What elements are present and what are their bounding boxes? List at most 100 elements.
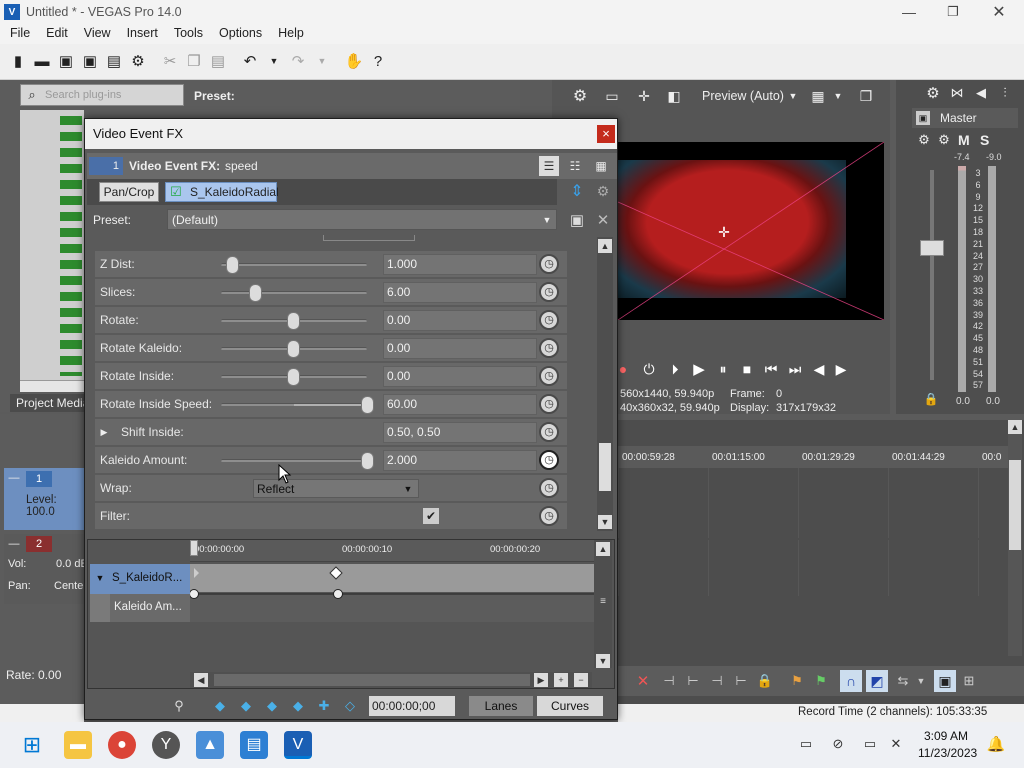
filter-checkbox[interactable]: ✔ <box>423 508 439 524</box>
keyframe-clock-icon[interactable]: ◷ <box>539 254 559 274</box>
record-icon[interactable]: ⏻ <box>640 360 658 378</box>
plugin-tree-scrollbar[interactable] <box>20 380 84 392</box>
video-frame[interactable]: ✛ <box>618 142 884 320</box>
kf-track-header-1[interactable]: ▼ S_KaleidoR... <box>90 564 190 594</box>
timeline-track-1[interactable] <box>618 468 1008 538</box>
track-2-header[interactable]: — 2 Vol: 0.0 dE Pan: Center <box>4 534 88 604</box>
param-scroll-up-icon[interactable]: ▲ <box>598 239 612 253</box>
keyframe-clock-icon[interactable]: ◷ <box>539 394 559 414</box>
maximize-icon[interactable]: ❐ <box>942 2 964 22</box>
param-value-field[interactable]: 60.00 <box>383 394 537 415</box>
tab-lanes[interactable]: Lanes <box>469 696 533 716</box>
kf-scroll-grip-icon[interactable]: ≡ <box>597 596 609 608</box>
plugin-search-box[interactable]: ⌕ Search plug-ins <box>20 84 184 106</box>
tray-date[interactable]: 11/23/2023 <box>918 746 977 760</box>
save-icon[interactable]: ▣ <box>55 50 77 72</box>
previous-frame-icon[interactable]: ◀ <box>810 360 828 378</box>
copy-snapshot-icon[interactable]: ❐ <box>856 86 876 106</box>
trim-icon[interactable]: ⊣ <box>660 672 678 690</box>
go-to-end-icon[interactable]: ⏭ <box>786 360 804 378</box>
track-2-collapse-icon[interactable]: — <box>8 538 20 550</box>
keyframe-clock-icon[interactable]: ◷ <box>539 450 559 470</box>
split-screen-icon[interactable]: ✛ <box>634 86 654 106</box>
kf-hscroll-grip[interactable] <box>214 674 530 686</box>
tab-project-media[interactable]: Project Media <box>10 394 90 412</box>
param-value-field[interactable]: 0.00 <box>383 310 537 331</box>
sync-cursor-icon[interactable]: ⚲ <box>171 697 187 715</box>
snapping-icon[interactable]: ∩ <box>840 670 862 692</box>
param-value-field[interactable]: 2.000 <box>383 450 537 471</box>
properties-icon[interactable]: ⚙ <box>127 50 149 72</box>
tray-display-icon[interactable]: ▭ <box>862 736 878 752</box>
lock-icon[interactable]: 🔒 <box>924 392 939 406</box>
ripple-edit-icon[interactable]: ⇆ <box>894 672 912 690</box>
master-fader-thumb[interactable] <box>920 240 944 256</box>
keyframe-clock-icon[interactable]: ◷ <box>539 478 559 498</box>
delete-preset-icon[interactable]: ✕ <box>593 210 613 230</box>
timeline-scroll-up[interactable]: ▲ <box>1008 420 1022 434</box>
undo-dropdown-icon[interactable]: ▼ <box>263 50 285 72</box>
play-icon[interactable]: ▶ <box>690 360 708 378</box>
notification-bell-icon[interactable]: 🔔 <box>986 734 1006 754</box>
param-scroll-down-icon[interactable]: ▼ <box>598 515 612 529</box>
lock-events-icon[interactable]: 🔒 <box>756 672 774 690</box>
view-list-icon[interactable]: ☰ <box>539 156 559 176</box>
tray-time[interactable]: 3:09 AM <box>924 729 968 743</box>
overlays-grid-icon[interactable]: ▦ <box>808 86 828 106</box>
mixer-settings-icon[interactable]: ⚙ <box>924 84 942 102</box>
param-slider-track[interactable] <box>221 263 367 266</box>
param-slider-track[interactable] <box>221 291 367 294</box>
save-preset-icon[interactable]: ▣ <box>567 210 587 230</box>
master-mute-button[interactable]: M <box>958 132 970 148</box>
save-as-icon[interactable]: ▣ <box>79 50 101 72</box>
tray-network-icon[interactable]: ⊘ <box>830 736 846 752</box>
add-keyframe-icon[interactable]: ✚ <box>315 697 333 715</box>
stop-icon[interactable]: ■ <box>738 360 756 378</box>
fx-enable-checkbox-icon[interactable]: ☑ <box>168 184 184 200</box>
undo-icon[interactable]: ↶ <box>239 50 261 72</box>
minimize-icon[interactable]: — <box>898 2 920 22</box>
keyframe-clock-icon[interactable]: ◷ <box>539 310 559 330</box>
selection-tool-icon[interactable]: ⊞ <box>960 672 978 690</box>
render-icon[interactable]: ▤ <box>103 50 125 72</box>
param-slider-track[interactable] <box>221 403 367 406</box>
param-value-field[interactable]: 1.000 <box>383 254 537 275</box>
open-folder-icon[interactable]: ▬ <box>31 50 53 72</box>
timeline-scroll-thumb[interactable] <box>1009 460 1021 550</box>
first-keyframe-icon[interactable]: ◆ <box>211 697 229 715</box>
paste-icon[interactable]: ▤ <box>207 50 229 72</box>
kf-scroll-left-icon[interactable]: ◀ <box>194 673 208 687</box>
param-slider-thumb[interactable] <box>361 452 374 470</box>
keyframe-time-field[interactable]: 00:00:00;00 <box>369 696 455 716</box>
chain-item-pan-crop[interactable]: Pan/Crop <box>99 182 159 202</box>
close-icon[interactable]: ✕ <box>988 2 1010 22</box>
kf-scroll-down-icon[interactable]: ▼ <box>596 654 610 668</box>
windows-start-icon[interactable]: ⊞ <box>18 731 46 759</box>
view-grid-icon[interactable]: ▦ <box>591 156 611 176</box>
kf-scroll-right-icon[interactable]: ▶ <box>534 673 548 687</box>
split-icon[interactable]: ⊢ <box>732 672 750 690</box>
param-slider-thumb[interactable] <box>249 284 262 302</box>
param-slider-track[interactable] <box>221 459 367 462</box>
speaker-icon[interactable]: ◀ <box>972 84 990 102</box>
auto-crossfade-icon[interactable]: ◩ <box>866 670 888 692</box>
go-to-start-icon[interactable]: ⏮ <box>762 360 780 378</box>
kf-track-header-2[interactable]: Kaleido Am... <box>90 594 190 622</box>
interactive-tutorial-icon[interactable]: ✋ <box>343 50 365 72</box>
preset-chevron-icon[interactable]: ▼ <box>540 213 554 227</box>
tray-volume-icon[interactable]: ✕ <box>888 736 904 752</box>
last-keyframe-icon[interactable]: ◆ <box>289 697 307 715</box>
kf-cursor-handle[interactable] <box>190 540 198 556</box>
param-scrollbar[interactable]: ▲ ▼ <box>597 237 613 531</box>
cut-icon[interactable]: ✂ <box>159 50 181 72</box>
file-explorer-icon[interactable]: ▬ <box>64 731 92 759</box>
master-fx-icon[interactable]: ⚙ <box>916 132 932 148</box>
mixer-bus-icon[interactable]: ⋈ <box>948 84 966 102</box>
keyframe-clock-icon[interactable]: ◷ <box>539 338 559 358</box>
menu-help[interactable]: Help <box>274 24 308 42</box>
keyframe-clock-icon[interactable]: ◷ <box>539 282 559 302</box>
menu-options[interactable]: Options <box>215 24 266 42</box>
delete-icon[interactable]: ✕ <box>634 672 652 690</box>
track-1-header[interactable]: — 1 Level: 100.0 <box>4 468 88 530</box>
trim-end-icon[interactable]: ⊣ <box>708 672 726 690</box>
